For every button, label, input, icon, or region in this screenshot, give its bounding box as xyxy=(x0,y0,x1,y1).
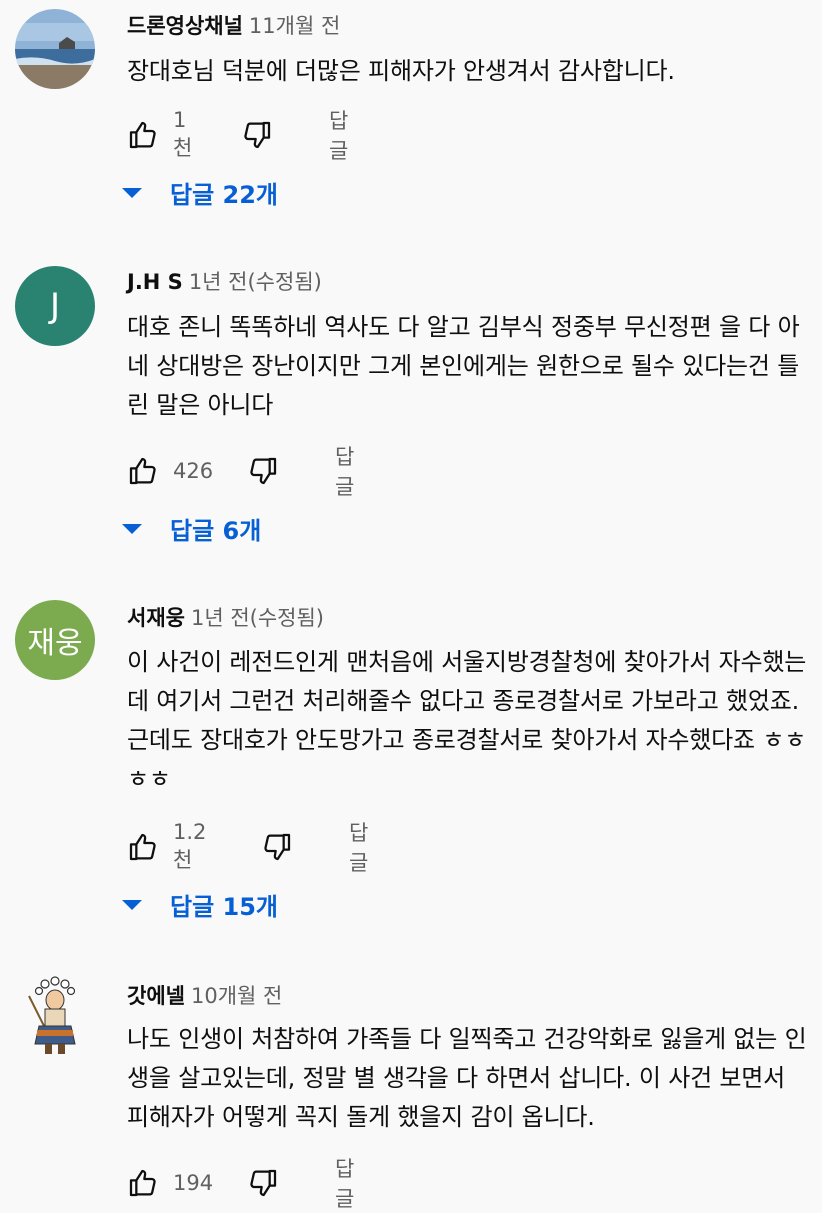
replies-label: 답글 15개 xyxy=(170,892,278,921)
comment-text: 장대호님 덕분에 더많은 피해자가 안생겨서 감사합니다. xyxy=(127,57,675,85)
replies-label: 답글 22개 xyxy=(170,180,278,209)
reply-button[interactable]: 답글 xyxy=(335,1157,354,1211)
reply-button[interactable]: 답글 xyxy=(329,109,348,163)
comment-author[interactable]: J.H S xyxy=(127,270,183,294)
avatar[interactable] xyxy=(15,976,95,1056)
avatar-sea-photo xyxy=(15,9,95,89)
view-replies-button[interactable]: 답글 15개 xyxy=(122,886,278,922)
like-count: 1천 xyxy=(173,108,193,160)
reply-button[interactable]: 답글 xyxy=(349,821,368,875)
thumbs-down-icon xyxy=(247,455,279,487)
dislike-button[interactable] xyxy=(247,1166,279,1200)
comment-time[interactable]: 11개월 전 xyxy=(249,14,340,38)
replies-label: 답글 6개 xyxy=(170,516,262,545)
comment-time[interactable]: 1년 전(수정됨) xyxy=(191,606,324,630)
like-count: 1.2천 xyxy=(173,820,207,872)
dislike-button[interactable] xyxy=(247,454,279,488)
avatar[interactable]: 재웅 xyxy=(15,600,95,680)
like-count: 426 xyxy=(173,459,214,483)
avatar[interactable] xyxy=(15,9,95,89)
comment-text: 대호 존니 똑똑하네 역사도 다 알고 김부식 정중부 무신정편 을 다 아네 … xyxy=(127,313,800,419)
thumbs-up-icon xyxy=(127,831,159,863)
like-count: 194 xyxy=(173,1171,214,1195)
thumbs-down-icon xyxy=(241,119,273,151)
comment-time[interactable]: 1년 전(수정됨) xyxy=(189,270,322,294)
like-button[interactable] xyxy=(127,454,159,488)
avatar-character-illustration xyxy=(28,976,76,1054)
dislike-button[interactable] xyxy=(241,118,273,152)
reply-button[interactable]: 답글 xyxy=(335,445,354,499)
dislike-button[interactable] xyxy=(261,830,293,864)
view-replies-button[interactable]: 답글 6개 xyxy=(122,510,261,546)
thumbs-up-icon xyxy=(127,1167,159,1199)
thumbs-up-icon xyxy=(127,119,159,151)
like-button[interactable] xyxy=(127,1166,159,1200)
comment-time[interactable]: 10개월 전 xyxy=(191,984,282,1008)
comment-text: 이 사건이 레전드인게 맨처음에 서울지방경찰청에 찾아가서 자수했는데 여기서… xyxy=(127,648,807,793)
comment-text: 나도 인생이 처참하여 가족들 다 일찍죽고 건강악화로 잃을게 없는 인생을 … xyxy=(127,1025,807,1131)
triangle-down-icon xyxy=(122,900,142,910)
avatar-letter: 재웅 xyxy=(27,626,83,661)
comment-author[interactable]: 서재웅 xyxy=(127,606,185,630)
avatar[interactable]: J xyxy=(15,266,95,346)
triangle-down-icon xyxy=(122,524,142,534)
comment-author[interactable]: 갓에넬 xyxy=(127,984,185,1008)
like-button[interactable] xyxy=(127,118,159,152)
view-replies-button[interactable]: 답글 22개 xyxy=(122,174,278,210)
thumbs-up-icon xyxy=(127,455,159,487)
triangle-down-icon xyxy=(122,188,142,198)
comment-author[interactable]: 드론영상채널 xyxy=(127,14,243,38)
thumbs-down-icon xyxy=(261,831,293,863)
avatar-letter: J xyxy=(49,286,61,326)
thumbs-down-icon xyxy=(247,1167,279,1199)
like-button[interactable] xyxy=(127,830,159,864)
